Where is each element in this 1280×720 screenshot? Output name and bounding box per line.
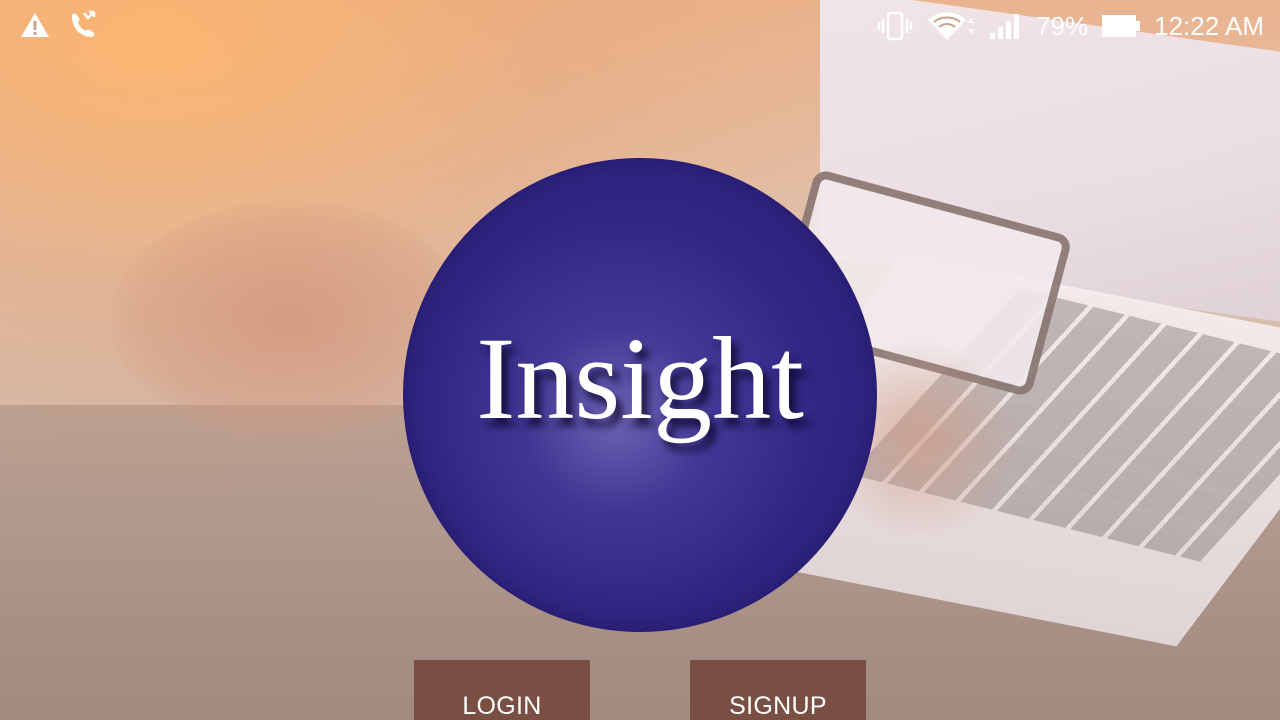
status-time: 12:22 AM	[1154, 10, 1264, 41]
signup-button[interactable]: SIGNUP	[690, 660, 866, 720]
login-button[interactable]: LOGIN	[414, 660, 590, 720]
status-right-icons: 79% 12:22 AM	[876, 8, 1264, 44]
battery-percent: 79%	[1036, 10, 1089, 41]
signal-icon	[988, 11, 1024, 41]
battery-icon	[1100, 12, 1142, 40]
wifi-icon	[926, 10, 976, 42]
warning-icon	[20, 11, 50, 39]
status-bar: 79% 12:22 AM	[0, 0, 1280, 52]
status-left-icons	[20, 10, 100, 40]
missed-call-icon	[68, 10, 100, 40]
app-screen: 79% 12:22 AM Insight LOGIN SIGNUP	[0, 0, 1280, 720]
insight-logo-text: Insight	[476, 313, 804, 444]
vibrate-icon	[876, 11, 914, 41]
